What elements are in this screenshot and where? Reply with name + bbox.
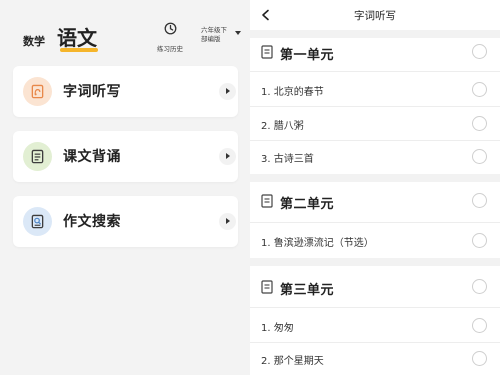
unit-select-radio[interactable]: [472, 279, 487, 294]
lesson-select-radio[interactable]: [472, 116, 487, 131]
card-dictation[interactable]: 字词听写: [13, 66, 238, 117]
divider: [250, 307, 500, 308]
dictation-icon: [31, 84, 44, 99]
lesson-item[interactable]: 3. 古诗三首: [250, 140, 500, 173]
card-dictation-label: 字词听写: [63, 84, 121, 100]
dictation-icon-bg: [23, 77, 52, 106]
document-icon: [261, 280, 273, 294]
lesson-title: 1. 鲁滨逊漂流记（节选）: [261, 238, 374, 249]
lesson-item[interactable]: 1. 匆匆: [250, 309, 500, 342]
play-arrow-icon[interactable]: [219, 213, 236, 230]
essay-search-icon-bg: [23, 207, 52, 236]
lesson-title: 2. 那个星期天: [261, 356, 324, 367]
unit-header-3[interactable]: 第三单元: [250, 273, 500, 301]
practice-history-button[interactable]: 练习历史: [153, 20, 187, 53]
card-recitation-label: 课文背诵: [63, 149, 121, 165]
lesson-select-radio[interactable]: [472, 351, 487, 366]
home-panel: 数学 语文 练习历史 六年级下 部编版 字词听写 课文背诵 作文搜索: [0, 0, 250, 375]
card-essay-search[interactable]: 作文搜索: [13, 196, 238, 247]
lesson-item[interactable]: 2. 那个星期天: [250, 342, 500, 375]
card-recitation[interactable]: 课文背诵: [13, 131, 238, 182]
recitation-book-icon: [31, 149, 44, 164]
lesson-title: 1. 北京的春节: [261, 87, 324, 98]
top-bar: 字词听写: [250, 0, 500, 30]
grade-selector[interactable]: 六年级下 部编版: [201, 26, 241, 44]
essay-search-icon: [31, 214, 44, 229]
tab-chinese[interactable]: 语文: [57, 22, 97, 51]
lesson-select-radio[interactable]: [472, 318, 487, 333]
caret-down-icon: [235, 31, 241, 35]
tab-math[interactable]: 数学: [23, 33, 45, 49]
unit-title: 第二单元: [280, 197, 335, 212]
lesson-item[interactable]: 2. 腊八粥: [250, 107, 500, 140]
lesson-select-radio[interactable]: [472, 149, 487, 164]
clock-icon: [164, 22, 176, 35]
card-essay-search-label: 作文搜索: [63, 214, 121, 230]
active-tab-indicator: [60, 48, 98, 52]
page-title: 字词听写: [354, 10, 396, 22]
document-icon: [261, 45, 273, 59]
unit-title: 第一单元: [280, 48, 335, 63]
section-gap: [250, 258, 500, 266]
recitation-icon-bg: [23, 142, 52, 171]
document-icon: [261, 194, 273, 208]
lesson-select-radio[interactable]: [472, 82, 487, 97]
section-gap: [250, 174, 500, 182]
practice-history-label: 练习历史: [157, 45, 183, 53]
play-arrow-icon[interactable]: [219, 148, 236, 165]
lesson-title: 1. 匆匆: [261, 323, 294, 334]
lesson-title: 3. 古诗三首: [261, 154, 314, 165]
divider: [250, 222, 500, 223]
unit-select-radio[interactable]: [472, 44, 487, 59]
unit-select-radio[interactable]: [472, 193, 487, 208]
lesson-item[interactable]: 1. 北京的春节: [250, 73, 500, 106]
lesson-title: 2. 腊八粥: [261, 121, 304, 132]
dictation-list-panel: 字词听写 第一单元 1. 北京的春节 2. 腊八粥 3. 古诗三首 第二单元 1…: [250, 0, 500, 375]
divider: [250, 71, 500, 72]
unit-header-2[interactable]: 第二单元: [250, 187, 500, 215]
lesson-item[interactable]: 1. 鲁滨逊漂流记（节选）: [250, 224, 500, 257]
lesson-select-radio[interactable]: [472, 233, 487, 248]
edition-label: 部编版: [201, 35, 221, 43]
unit-title: 第三单元: [280, 283, 335, 298]
play-arrow-icon[interactable]: [219, 83, 236, 100]
section-gap: [250, 30, 500, 38]
unit-header-1[interactable]: 第一单元: [250, 38, 500, 66]
